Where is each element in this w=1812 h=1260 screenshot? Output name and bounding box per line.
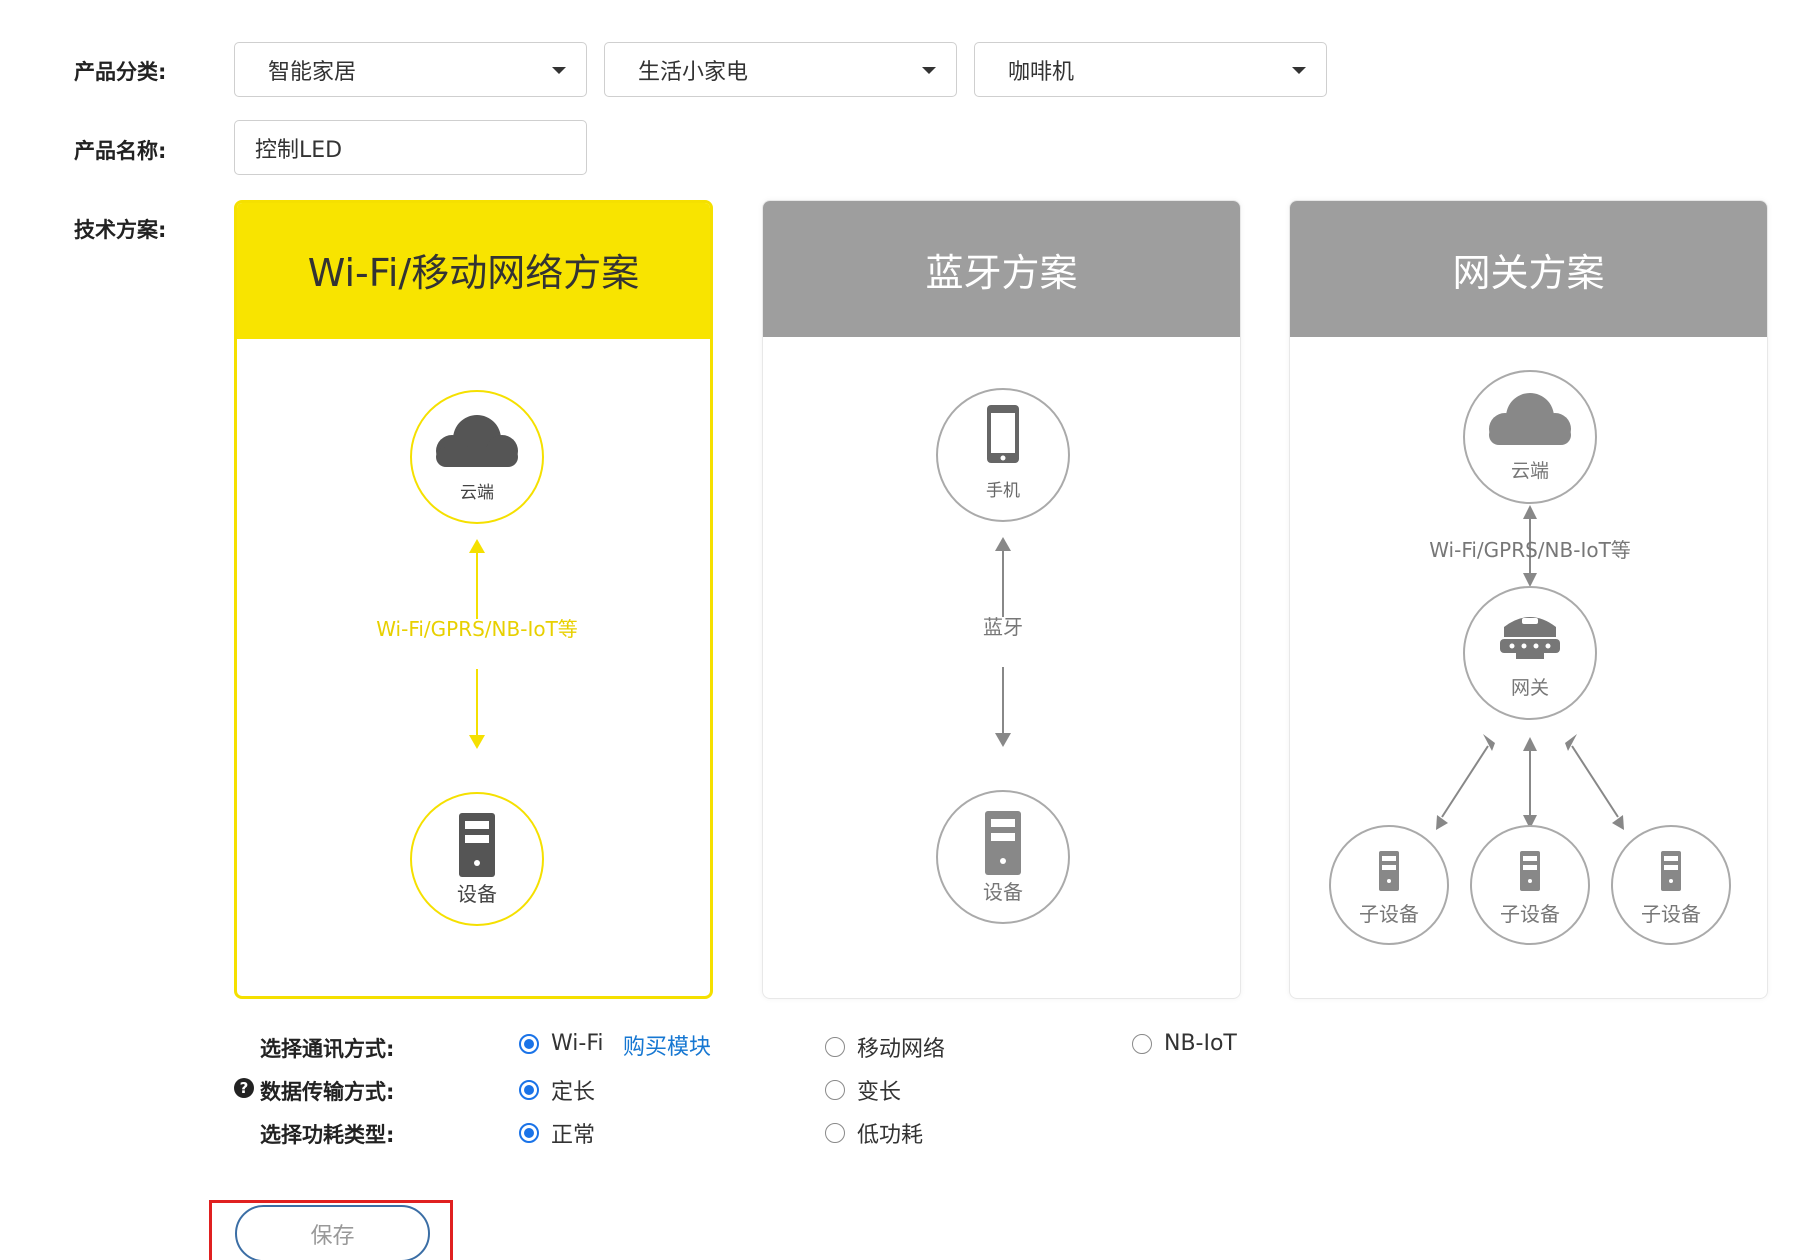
cloud-label: 云端: [1511, 460, 1549, 482]
transfer-option-fixed[interactable]: 定长: [519, 1074, 595, 1106]
bluetooth-solution-title: 蓝牙方案: [763, 201, 1240, 337]
product-category-label: 产品分类:: [74, 60, 167, 84]
chevron-down-icon: [552, 67, 566, 74]
category-select-1-value: 智能家居: [268, 59, 357, 85]
subdevice-node: 子设备: [1470, 825, 1590, 945]
server-icon: [1520, 851, 1540, 891]
wifi-solution-card[interactable]: Wi-Fi/移动网络方案 云端 Wi-Fi/GPRS/NB-IoT等 设备: [234, 200, 713, 999]
transfer-option-variable[interactable]: 变长: [825, 1074, 901, 1106]
radio-checked-icon: [519, 1080, 539, 1100]
radio-unchecked-icon: [825, 1123, 845, 1143]
comm-option-mobile-label: 移动网络: [857, 1037, 946, 1062]
arrow-up-icon: [469, 539, 485, 619]
device-node: 设备: [410, 792, 544, 926]
transfer-option-variable-label: 变长: [857, 1080, 902, 1105]
wifi-solution-diagram: 云端 Wi-Fi/GPRS/NB-IoT等 设备: [237, 339, 710, 996]
category-select-1[interactable]: 智能家居: [234, 42, 587, 97]
bluetooth-solution-card[interactable]: 蓝牙方案 手机 蓝牙 设备: [762, 200, 1241, 999]
server-icon: [1379, 851, 1399, 891]
comm-method-label: 选择通讯方式:: [260, 1037, 395, 1061]
radio-unchecked-icon: [1132, 1033, 1152, 1054]
gateway-node: 网关: [1463, 586, 1597, 720]
server-icon: [1661, 851, 1681, 891]
power-option-normal[interactable]: 正常: [519, 1117, 595, 1149]
product-name-value: 控制LED: [255, 137, 343, 163]
gateway-label: 网关: [1511, 677, 1549, 699]
power-option-low[interactable]: 低功耗: [825, 1117, 923, 1149]
wifi-link-label: Wi-Fi/GPRS/NB-IoT等: [376, 617, 578, 641]
device-label: 设备: [983, 880, 1023, 904]
category-select-3-value: 咖啡机: [1008, 59, 1075, 85]
cloud-node: 云端: [410, 390, 544, 524]
chevron-down-icon: [922, 67, 936, 74]
double-arrow-icon: [1523, 737, 1537, 829]
subdevice-label: 子设备: [1359, 902, 1419, 926]
bluetooth-link-label: 蓝牙: [983, 615, 1023, 639]
wifi-solution-title: Wi-Fi/移动网络方案: [237, 203, 710, 339]
double-arrow-icon: [1436, 734, 1495, 830]
bluetooth-solution-diagram: 手机 蓝牙 设备: [763, 337, 1240, 998]
comm-option-wifi[interactable]: Wi-Fi: [519, 1031, 604, 1056]
gateway-solution-title: 网关方案: [1290, 201, 1767, 337]
gateway-solution-card[interactable]: 网关方案 云端 Wi-Fi/GPRS/NB-IoT等 网关 子设备 子设备 子设…: [1289, 200, 1768, 999]
help-icon[interactable]: ?: [234, 1078, 254, 1098]
radio-unchecked-icon: [825, 1080, 845, 1100]
product-name-label: 产品名称:: [74, 139, 167, 163]
phone-icon: [987, 405, 1019, 463]
phone-node: 手机: [936, 388, 1070, 522]
power-option-normal-label: 正常: [551, 1123, 596, 1148]
device-label: 设备: [457, 882, 497, 906]
subdevice-node: 子设备: [1611, 825, 1731, 945]
arrow-down-icon: [469, 669, 485, 749]
power-type-label: 选择功耗类型:: [260, 1123, 395, 1147]
radio-unchecked-icon: [825, 1037, 845, 1057]
transfer-option-fixed-label: 定长: [551, 1080, 596, 1105]
radio-checked-icon: [519, 1123, 539, 1143]
gateway-link-label: Wi-Fi/GPRS/NB-IoT等: [1429, 538, 1631, 562]
comm-option-nbiot[interactable]: NB-IoT: [1132, 1031, 1237, 1056]
tech-solution-label: 技术方案:: [74, 218, 167, 242]
subdevice-node: 子设备: [1329, 825, 1449, 945]
phone-label: 手机: [986, 481, 1020, 501]
arrow-down-icon: [995, 667, 1011, 747]
category-select-3[interactable]: 咖啡机: [974, 42, 1327, 97]
device-node: 设备: [936, 790, 1070, 924]
comm-option-wifi-label: Wi-Fi: [551, 1031, 604, 1056]
chevron-down-icon: [1292, 67, 1306, 74]
power-option-low-label: 低功耗: [857, 1123, 924, 1148]
product-name-input[interactable]: 控制LED: [234, 120, 587, 175]
category-select-2[interactable]: 生活小家电: [604, 42, 957, 97]
subdevice-label: 子设备: [1500, 902, 1560, 926]
gateway-solution-diagram: 云端 Wi-Fi/GPRS/NB-IoT等 网关 子设备 子设备 子设备: [1290, 337, 1767, 998]
category-select-2-value: 生活小家电: [638, 59, 749, 85]
subdevice-label: 子设备: [1641, 902, 1701, 926]
cloud-label: 云端: [460, 483, 494, 503]
arrow-up-icon: [995, 537, 1011, 617]
save-button[interactable]: 保存: [235, 1205, 430, 1260]
buy-module-link[interactable]: 购买模块: [623, 1029, 711, 1061]
cloud-node: 云端: [1463, 370, 1597, 504]
double-arrow-icon: [1565, 734, 1624, 830]
server-icon: [459, 813, 495, 877]
server-icon: [985, 811, 1021, 875]
transfer-method-label: 数据传输方式:: [260, 1080, 395, 1104]
comm-option-mobile[interactable]: 移动网络: [825, 1031, 945, 1063]
radio-checked-icon: [519, 1033, 539, 1054]
comm-option-nbiot-label: NB-IoT: [1164, 1031, 1237, 1056]
